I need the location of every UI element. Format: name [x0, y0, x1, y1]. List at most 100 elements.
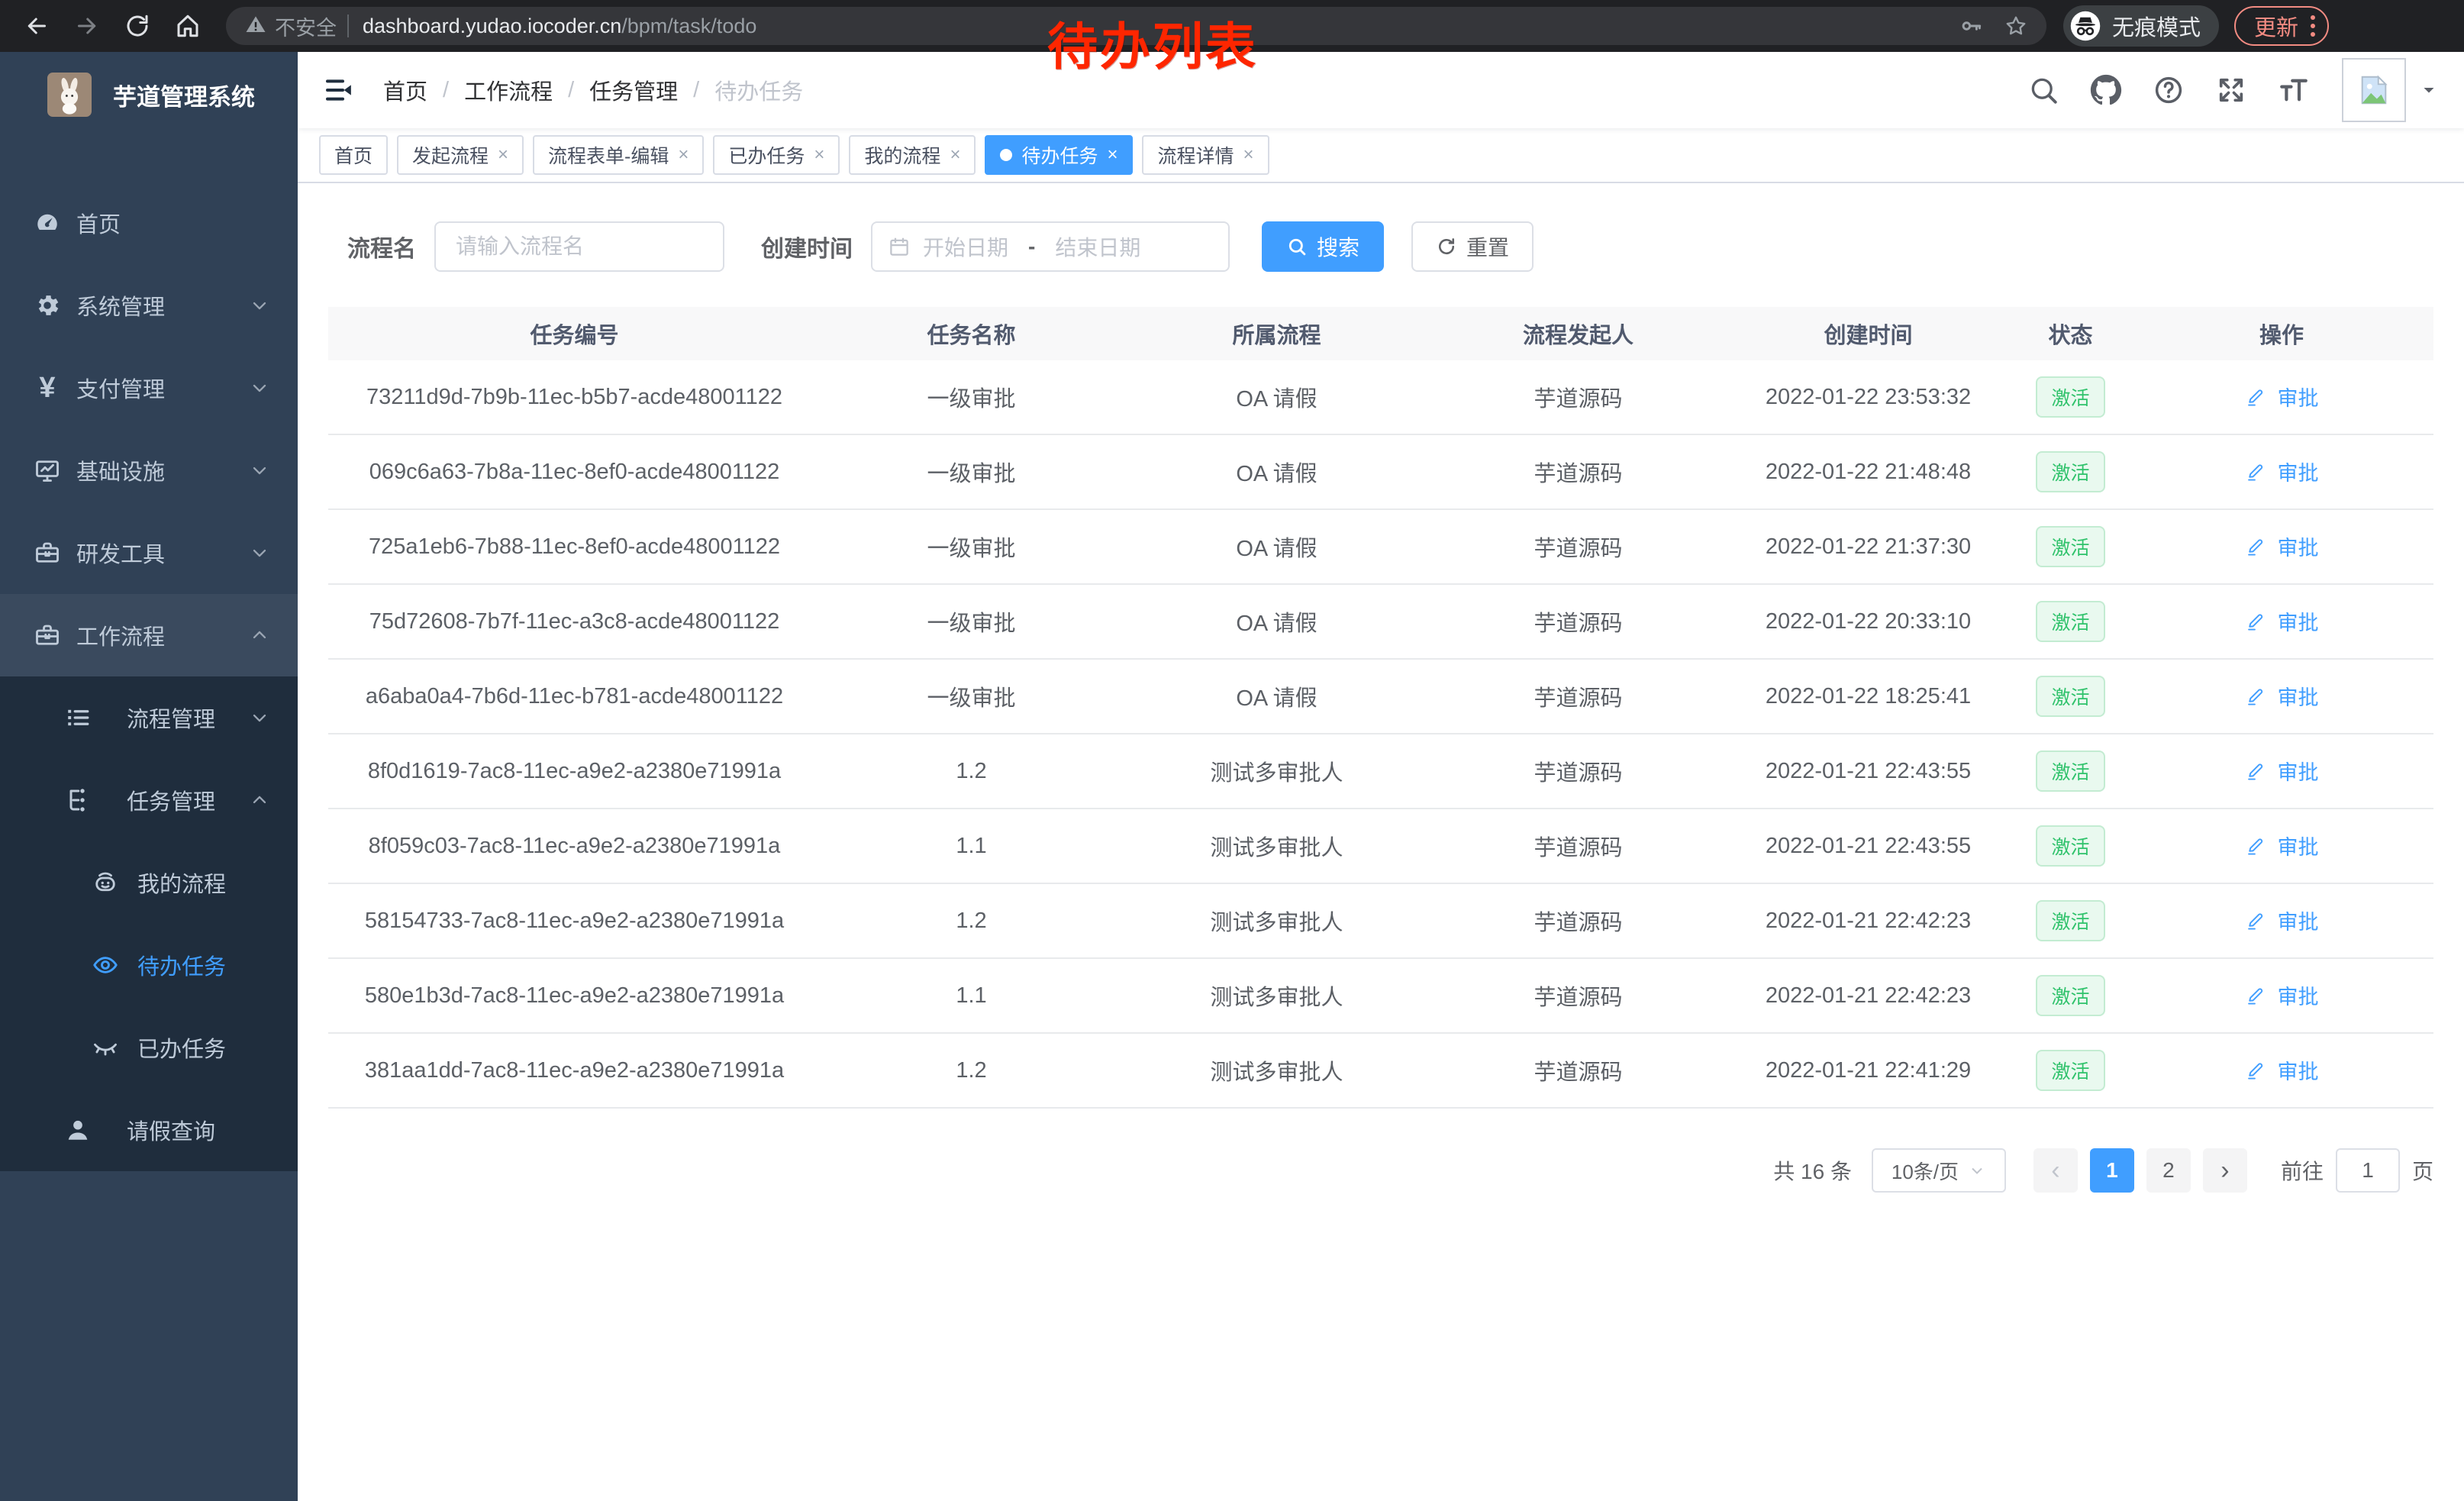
approve-link[interactable]: 审批	[2245, 756, 2319, 786]
tab-done-tasks[interactable]: 已办任务×	[713, 135, 840, 175]
page-buttons: 12	[2078, 1148, 2191, 1193]
pencil-icon	[2245, 386, 2272, 407]
key-icon[interactable]	[1959, 14, 1984, 38]
avatar-caret-icon[interactable]	[2420, 81, 2438, 99]
tabbar: 首页发起流程×流程表单-编辑×已办任务×我的流程×待办任务×流程详情×	[298, 128, 2464, 183]
chevron-down-icon	[1968, 1161, 1986, 1180]
page-size-select[interactable]: 10条/页	[1872, 1148, 2006, 1193]
sidebar-item-process-mgmt[interactable]: 流程管理	[0, 676, 298, 759]
cell-process: 测试多审批人	[1122, 755, 1431, 787]
range-separator: -	[1028, 234, 1035, 259]
app-title: 芋道管理系统	[113, 78, 255, 112]
column-header: 流程发起人	[1431, 318, 1725, 350]
eye-icon	[92, 951, 119, 979]
page-button-2[interactable]: 2	[2146, 1148, 2191, 1193]
cell-time: 2022-01-21 22:42:23	[1725, 983, 2011, 1009]
avatar[interactable]	[2342, 58, 2406, 122]
close-icon[interactable]: ×	[814, 146, 824, 164]
active-tab-dot	[1000, 149, 1012, 161]
pagination: 共 16 条 10条/页 ‹ 12 › 前往 页	[328, 1148, 2433, 1193]
help-icon[interactable]	[2153, 74, 2185, 106]
breadcrumb-item[interactable]: 工作流程	[464, 74, 553, 106]
close-icon[interactable]: ×	[678, 146, 689, 164]
column-header: 所属流程	[1122, 318, 1431, 350]
prev-page-button[interactable]: ‹	[2033, 1148, 2078, 1193]
tab-form-edit[interactable]: 流程表单-编辑×	[533, 135, 704, 175]
approve-link[interactable]: 审批	[2245, 980, 2319, 1010]
cell-time: 2022-01-21 22:41:29	[1725, 1058, 2011, 1083]
table-row: 58154733-7ac8-11ec-a9e2-a2380e71991a1.2测…	[328, 884, 2433, 959]
sidebar-menu: 首页系统管理¥支付管理基础设施研发工具工作流程流程管理任务管理我的流程待办任务已…	[0, 182, 298, 1171]
sidebar-item-label: 首页	[76, 207, 121, 239]
status-badge: 激活	[2036, 676, 2104, 717]
sidebar-item-devtools[interactable]: 研发工具	[0, 512, 298, 594]
sidebar-item-done-tasks[interactable]: 已办任务	[0, 1006, 298, 1089]
tab-home[interactable]: 首页	[319, 135, 388, 175]
close-icon[interactable]: ×	[1107, 146, 1118, 164]
tab-todo-tasks[interactable]: 待办任务×	[985, 135, 1133, 175]
bookmark-star-icon[interactable]	[2004, 14, 2028, 38]
sidebar-item-my-process[interactable]: 我的流程	[0, 841, 298, 924]
date-range-picker[interactable]: 开始日期 - 结束日期	[871, 221, 1230, 272]
next-page-button[interactable]: ›	[2203, 1148, 2247, 1193]
close-icon[interactable]: ×	[950, 146, 960, 164]
cell-status: 激活	[2011, 676, 2130, 717]
close-icon[interactable]: ×	[498, 146, 508, 164]
reset-button[interactable]: 重置	[1411, 221, 1534, 272]
divider	[347, 15, 349, 37]
approve-link[interactable]: 审批	[2245, 681, 2319, 711]
tab-start-process[interactable]: 发起流程×	[397, 135, 524, 175]
search-button[interactable]: 搜索	[1262, 221, 1384, 272]
close-icon[interactable]: ×	[1243, 146, 1254, 164]
cell-action: 审批	[2130, 606, 2433, 638]
cell-time: 2022-01-21 22:43:55	[1725, 759, 2011, 784]
cell-name: 一级审批	[821, 381, 1122, 413]
sidebar-item-workflow[interactable]: 工作流程	[0, 594, 298, 676]
approve-link[interactable]: 审批	[2245, 531, 2319, 561]
approve-link[interactable]: 审批	[2245, 382, 2319, 412]
approve-label: 审批	[2278, 980, 2319, 1010]
browser-reload-icon[interactable]	[121, 9, 154, 43]
font-size-icon[interactable]	[2278, 74, 2310, 106]
chevron-down-icon	[249, 542, 270, 563]
approve-link[interactable]: 审批	[2245, 606, 2319, 636]
app-logo-row[interactable]: 芋道管理系统	[0, 52, 298, 137]
sidebar-item-leave-query[interactable]: 请假查询	[0, 1089, 298, 1171]
sidebar-collapse-icon[interactable]	[324, 75, 354, 105]
approve-label: 审批	[2278, 831, 2319, 860]
cell-process: OA 请假	[1122, 605, 1431, 638]
security-label: 不安全	[275, 11, 337, 41]
fullscreen-icon[interactable]	[2215, 74, 2247, 106]
sidebar-item-system[interactable]: 系统管理	[0, 264, 298, 347]
approve-link[interactable]: 审批	[2245, 831, 2319, 860]
browser-menu-icon[interactable]	[2311, 15, 2315, 37]
sidebar-item-payment[interactable]: ¥支付管理	[0, 347, 298, 429]
page-button-1[interactable]: 1	[2090, 1148, 2134, 1193]
approve-link[interactable]: 审批	[2245, 457, 2319, 486]
sidebar-item-task-mgmt[interactable]: 任务管理	[0, 759, 298, 841]
search-icon[interactable]	[2027, 74, 2059, 106]
approve-link[interactable]: 审批	[2245, 1055, 2319, 1085]
tab-my-process[interactable]: 我的流程×	[849, 135, 976, 175]
github-icon[interactable]	[2090, 74, 2122, 106]
cell-process: 测试多审批人	[1122, 905, 1431, 937]
tab-process-detail[interactable]: 流程详情×	[1142, 135, 1269, 175]
breadcrumb-item[interactable]: 任务管理	[589, 74, 678, 106]
approve-label: 审批	[2278, 531, 2319, 561]
cell-initiator: 芋道源码	[1431, 830, 1725, 862]
sidebar-item-infra[interactable]: 基础设施	[0, 429, 298, 512]
process-name-input[interactable]	[434, 221, 724, 272]
sidebar-item-home[interactable]: 首页	[0, 182, 298, 264]
approve-link[interactable]: 审批	[2245, 905, 2319, 935]
browser-forward-icon[interactable]	[70, 9, 104, 43]
goto-page-input[interactable]	[2336, 1148, 2400, 1193]
sidebar-item-todo-tasks[interactable]: 待办任务	[0, 924, 298, 1006]
browser-home-icon[interactable]	[171, 9, 205, 43]
breadcrumb-item[interactable]: 首页	[383, 74, 427, 106]
cell-process: OA 请假	[1122, 531, 1431, 563]
tree-icon	[64, 786, 92, 814]
browser-back-icon[interactable]	[20, 9, 53, 43]
sidebar-item-label: 我的流程	[137, 867, 226, 899]
table-row: 8f059c03-7ac8-11ec-a9e2-a2380e71991a1.1测…	[328, 809, 2433, 884]
browser-update-button[interactable]: 更新	[2234, 6, 2329, 46]
